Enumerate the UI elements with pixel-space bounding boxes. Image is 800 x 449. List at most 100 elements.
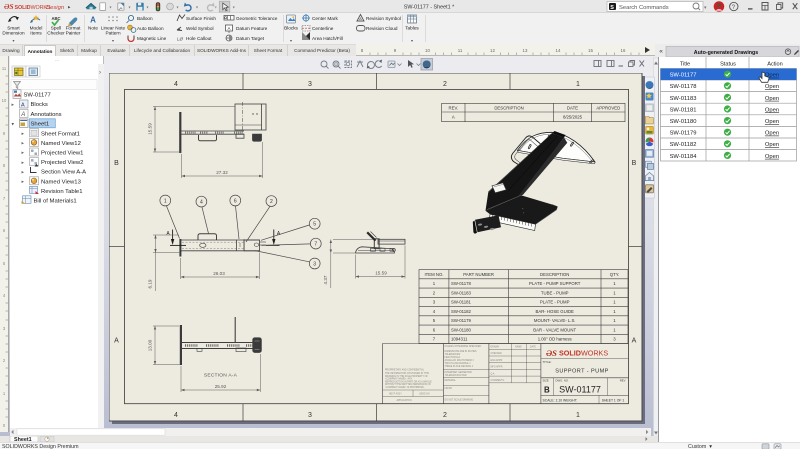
svg-text:SW-01177: SW-01177 — [24, 93, 51, 99]
svg-text:▾: ▾ — [196, 5, 198, 10]
svg-text:Blocks: Blocks — [284, 26, 298, 31]
svg-text:TITLE:: TITLE: — [543, 360, 552, 364]
svg-text:THREE PLACE DECIMAL ±: THREE PLACE DECIMAL ± — [445, 365, 474, 368]
svg-text:5: 5 — [313, 222, 316, 228]
svg-text:Items: Items — [30, 31, 42, 36]
svg-text:12: 12 — [490, 48, 495, 53]
svg-text:SHEET 1 OF 1: SHEET 1 OF 1 — [602, 398, 625, 402]
svg-text:1: 1 — [576, 81, 580, 88]
svg-text:A: A — [90, 16, 96, 25]
svg-text:ITEM NO.: ITEM NO. — [424, 272, 443, 277]
svg-text:<COMPANY NAME> IS PROHIBITED.: <COMPANY NAME> IS PROHIBITED. — [385, 386, 425, 389]
svg-text:▾: ▾ — [112, 38, 114, 43]
svg-text:Status: Status — [720, 62, 736, 68]
svg-text:SW-01182: SW-01182 — [670, 142, 697, 148]
svg-text:▾: ▾ — [129, 5, 131, 10]
svg-text:Named View12: Named View12 — [41, 141, 81, 147]
svg-text:SCALE: 1:10 WEIGHT:: SCALE: 1:10 WEIGHT: — [543, 398, 578, 402]
svg-text:DRAWING IS THE SOLE PROPERTY O: DRAWING IS THE SOLE PROPERTY OF — [385, 375, 428, 378]
svg-text:▸: ▸ — [22, 131, 25, 137]
svg-text:15: 15 — [588, 48, 593, 53]
svg-text:QTY.: QTY. — [610, 272, 619, 277]
svg-text:▾: ▾ — [215, 5, 217, 10]
svg-text:PART NUMBER: PART NUMBER — [463, 272, 494, 277]
svg-text:Revision Cloud: Revision Cloud — [366, 26, 398, 31]
svg-text:4: 4 — [200, 200, 203, 206]
svg-text:SW-01181: SW-01181 — [670, 107, 697, 113]
svg-text:Center Mark: Center Mark — [312, 16, 338, 21]
svg-text:B: B — [632, 160, 637, 167]
svg-text:Projected View2: Projected View2 — [41, 160, 83, 166]
svg-text:LØ: LØ — [177, 37, 184, 42]
svg-text:10: 10 — [2, 98, 7, 103]
svg-text:SECTION A-A: SECTION A-A — [204, 373, 238, 379]
svg-text:Revision Symbol: Revision Symbol — [366, 16, 401, 21]
svg-text:BAR- HOSE GUIDE: BAR- HOSE GUIDE — [535, 309, 574, 314]
svg-text:▸: ▸ — [22, 141, 25, 147]
svg-text:DO NOT SCALE DRAWING: DO NOT SCALE DRAWING — [445, 399, 474, 402]
svg-text:Tables: Tables — [405, 26, 419, 31]
svg-text:Dimension: Dimension — [2, 31, 25, 36]
svg-text:SW-01179: SW-01179 — [670, 131, 697, 137]
svg-text:A: A — [227, 26, 230, 31]
svg-text:Named View13: Named View13 — [41, 179, 82, 185]
svg-text:A: A — [452, 115, 455, 120]
svg-text:Hole Callout: Hole Callout — [186, 36, 212, 41]
svg-text:6: 6 — [3, 228, 6, 233]
svg-text:REV.: REV. — [448, 106, 458, 111]
svg-text:3: 3 — [313, 261, 316, 267]
svg-text:Sheet1: Sheet1 — [31, 122, 50, 128]
svg-text:TUBE - PUMP: TUBE - PUMP — [541, 290, 569, 295]
svg-text:4.37: 4.37 — [323, 275, 328, 284]
svg-text:Weld Symbol: Weld Symbol — [186, 26, 214, 31]
svg-text:SIZE: SIZE — [543, 379, 549, 383]
svg-text:Design: Design — [46, 5, 64, 11]
svg-text:▸: ▸ — [22, 150, 25, 156]
svg-text:2: 2 — [270, 199, 273, 205]
svg-text:INTERPRET GEOMETRIC: INTERPRET GEOMETRIC — [445, 372, 473, 374]
svg-text:B: B — [114, 160, 119, 167]
svg-text:MATERIAL: MATERIAL — [445, 379, 457, 382]
svg-text:7: 7 — [3, 196, 6, 201]
svg-text:REPRODUCTION IN PART OR AS A W: REPRODUCTION IN PART OR AS A WHOLE — [385, 380, 432, 383]
svg-text:3: 3 — [308, 412, 312, 419]
svg-text:APPLICATION: APPLICATION — [396, 399, 411, 402]
svg-text:0: 0 — [3, 423, 6, 428]
svg-text:DRAWN: DRAWN — [491, 346, 500, 349]
svg-text:BAR - VALVE MOUNT: BAR - VALVE MOUNT — [533, 327, 576, 332]
svg-text:7: 7 — [314, 242, 317, 248]
svg-text:ӘS: ӘS — [546, 348, 557, 358]
svg-text:1: 1 — [164, 198, 167, 204]
svg-text:⋯: ⋯ — [55, 58, 60, 64]
svg-text:▾: ▾ — [233, 5, 235, 10]
svg-text:SW-01184: SW-01184 — [670, 154, 698, 160]
svg-text:Open: Open — [765, 107, 779, 113]
svg-text:DATE: DATE — [530, 346, 536, 349]
svg-text:Auto-generated Drawings: Auto-generated Drawings — [694, 50, 759, 56]
svg-text:SW-01181: SW-01181 — [451, 300, 472, 305]
svg-text:8/25/2025: 8/25/2025 — [563, 115, 583, 120]
svg-text:4: 4 — [174, 412, 178, 419]
svg-text:▸: ▸ — [68, 5, 71, 11]
svg-text:25.92: 25.92 — [215, 384, 227, 389]
svg-text:A: A — [114, 338, 119, 345]
svg-text:▾: ▾ — [290, 38, 292, 43]
svg-text:Datum Feature: Datum Feature — [236, 26, 268, 31]
svg-text:▾: ▾ — [411, 38, 413, 43]
svg-text:Magnetic Line: Magnetic Line — [137, 36, 167, 41]
svg-text:Datum Target: Datum Target — [236, 36, 265, 41]
svg-text:NAME: NAME — [515, 346, 522, 349]
svg-text:▸: ▸ — [22, 179, 25, 185]
svg-text:1: 1 — [576, 412, 580, 419]
svg-text:DATE: DATE — [567, 106, 578, 111]
svg-text:SUPPORT - PUMP: SUPPORT - PUMP — [555, 369, 609, 375]
svg-text:WITHOUT THE WRITTEN PERMISSION: WITHOUT THE WRITTEN PERMISSION OF — [385, 384, 431, 386]
svg-text:SW-01177: SW-01177 — [670, 73, 697, 79]
svg-text:TOLERANCING PER:: TOLERANCING PER: — [445, 374, 468, 377]
svg-text:Action: Action — [767, 62, 783, 68]
svg-text:Projected View1: Projected View1 — [41, 151, 83, 157]
svg-text:ӘS: ӘS — [4, 2, 14, 11]
svg-text:Note: Note — [88, 26, 98, 31]
svg-text:Section View A-A: Section View A-A — [41, 170, 86, 176]
svg-text:3: 3 — [308, 81, 312, 88]
